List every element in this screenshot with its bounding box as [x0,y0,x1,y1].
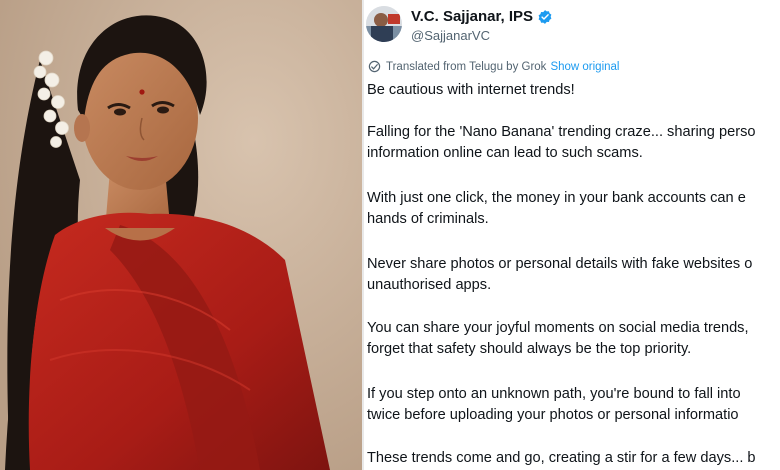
tweet-line: unauthorised apps. [367,277,492,293]
translated-from-label: Translated from Telugu by Grok [386,60,547,73]
tweet-paragraph: Falling for the 'Nano Banana' trending c… [367,122,755,164]
tweet-line: information online can lead to such scam… [367,145,643,161]
name-row: V.C. Sajjanar, IPS [411,8,553,25]
tweet-line: If you step onto an unknown path, you're… [367,386,741,402]
tweet-line: hands of criminals. [367,211,489,227]
profile-avatar[interactable] [366,6,402,42]
tweet-line: forget that safety should always be the … [367,341,692,357]
tweet-line: Falling for the 'Nano Banana' trending c… [367,124,756,140]
translation-notice: Translated from Telugu by Grok Show orig… [368,60,619,73]
tweet-line: These trends come and go, creating a sti… [367,450,756,466]
avatar-image [366,6,402,42]
tweet-line: You can share your joyful moments on soc… [367,320,749,336]
display-name[interactable]: V.C. Sajjanar, IPS [411,8,533,25]
tweet-paragraph: If you step onto an unknown path, you're… [367,384,741,426]
tweet-paragraph: These trends come and go, creating a sti… [367,448,756,469]
user-handle[interactable]: @SajjanarVC [411,28,490,43]
photo-illustration [0,0,362,470]
tweet-line: twice before uploading your photos or pe… [367,407,739,423]
tweet-paragraph: Be cautious with internet trends! [367,80,575,101]
tweet-line: Never share photos or personal details w… [367,256,753,272]
tweet-paragraph: With just one click, the money in your b… [367,188,746,230]
tweet-paragraph: You can share your joyful moments on soc… [367,318,749,360]
verified-badge-icon [538,9,552,24]
tweet-line: Be cautious with internet trends! [367,82,575,98]
tweet-paragraph: Never share photos or personal details w… [367,254,752,296]
translate-globe-icon [368,60,381,73]
woman-in-red-saree-photo [0,0,362,470]
show-original-link[interactable]: Show original [550,61,619,73]
tweet-card: V.C. Sajjanar, IPS @SajjanarVC Translate… [364,0,780,470]
tweet-header: V.C. Sajjanar, IPS @SajjanarVC [366,4,776,44]
tweet-line: With just one click, the money in your b… [367,190,746,206]
